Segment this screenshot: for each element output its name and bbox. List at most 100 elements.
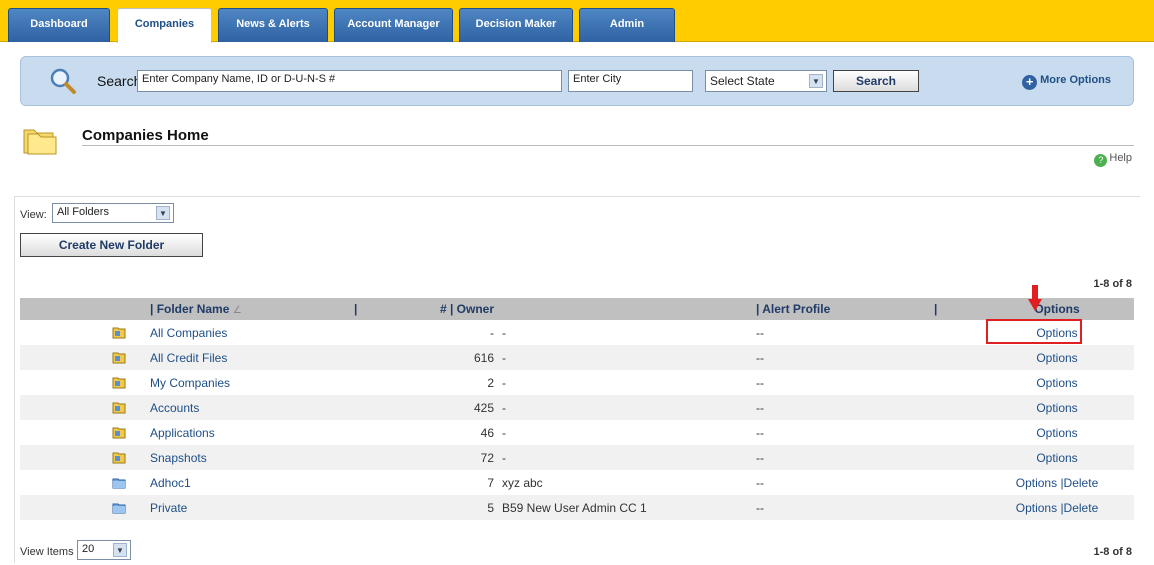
tab-news-alerts[interactable]: News & Alerts	[218, 8, 328, 42]
shared-folder-icon	[112, 452, 126, 464]
folders-icon	[23, 129, 57, 155]
options-link[interactable]: Options	[1016, 501, 1057, 515]
view-items-value: 20	[82, 543, 95, 555]
help-label: Help	[1109, 152, 1132, 164]
folder-owner: xyz abc	[502, 475, 543, 490]
page-title: Companies Home	[82, 127, 209, 144]
more-options-label: More Options	[1040, 74, 1111, 86]
sort-arrow-icon: ∠	[232, 305, 242, 316]
folder-count: 7	[487, 475, 494, 490]
blue-folder-icon	[112, 503, 126, 514]
folder-count: 46	[480, 425, 494, 440]
options-link[interactable]: Options	[1036, 451, 1077, 465]
search-button[interactable]: Search	[833, 70, 919, 92]
company-search-input[interactable]: Enter Company Name, ID or D-U-N-S #	[137, 70, 562, 92]
help-link[interactable]: ? Help	[1094, 152, 1132, 167]
folder-name-link[interactable]: All Companies	[150, 326, 227, 340]
folder-count: 425	[473, 400, 494, 415]
chevron-down-icon: ▼	[113, 543, 127, 557]
shared-folder-icon	[112, 427, 126, 439]
folder-name-link[interactable]: Accounts	[150, 401, 199, 415]
folder-owner: -	[502, 375, 506, 390]
folder-owner: -	[502, 350, 506, 365]
more-options-link[interactable]: + More Options	[1022, 74, 1111, 90]
options-link[interactable]: Options	[1036, 401, 1077, 415]
alert-profile: --	[756, 350, 764, 365]
top-nav-bar: Dashboard Companies News & Alerts Accoun…	[0, 0, 1154, 43]
delete-link[interactable]: |Delete	[1060, 501, 1098, 515]
shared-folder-icon	[112, 327, 126, 339]
view-items-label: View Items	[20, 546, 74, 558]
table-row[interactable]: Accounts 425 - -- Options	[20, 395, 1134, 420]
alert-profile: --	[756, 400, 764, 415]
table-row[interactable]: My Companies 2 - -- Options	[20, 370, 1134, 395]
blue-folder-icon	[112, 478, 126, 489]
header-separator: |	[930, 298, 980, 320]
create-new-folder-button[interactable]: Create New Folder	[20, 233, 203, 257]
folder-name-link[interactable]: All Credit Files	[150, 351, 227, 365]
options-link[interactable]: Options	[1036, 351, 1077, 365]
tab-decision-maker[interactable]: Decision Maker	[459, 8, 573, 42]
chevron-down-icon: ▼	[156, 206, 170, 220]
table-row[interactable]: All Companies - - -- Options	[20, 320, 1134, 345]
folder-name-link[interactable]: My Companies	[150, 376, 230, 390]
state-select[interactable]: Select State ▼	[705, 70, 827, 92]
chevron-down-icon: ▼	[809, 74, 823, 88]
city-input[interactable]: Enter City	[568, 70, 693, 92]
options-link[interactable]: Options	[1036, 426, 1077, 440]
folder-name-link[interactable]: Snapshots	[150, 451, 207, 465]
options-header: Options	[980, 298, 1134, 320]
folder-count: 5	[487, 500, 494, 515]
folder-owner: B59 New User Admin CC 1	[502, 500, 647, 515]
table-row[interactable]: Snapshots 72 - -- Options	[20, 445, 1134, 470]
tab-account-manager[interactable]: Account Manager	[334, 8, 453, 42]
alert-profile: --	[756, 450, 764, 465]
view-folder-select[interactable]: All Folders ▼	[52, 203, 174, 223]
folders-table: | Folder Name ∠ | # | Owner | Alert Prof…	[20, 298, 1134, 520]
table-row[interactable]: Applications 46 - -- Options	[20, 420, 1134, 445]
shared-folder-icon	[112, 377, 126, 389]
folder-name-header[interactable]: | Folder Name ∠	[146, 298, 350, 320]
alert-profile: --	[756, 425, 764, 440]
tab-admin[interactable]: Admin	[579, 8, 675, 42]
count-owner-header[interactable]: # | Owner	[398, 298, 498, 320]
folder-name-link[interactable]: Applications	[150, 426, 215, 440]
folder-owner: -	[502, 450, 506, 465]
folder-name-link[interactable]: Private	[150, 501, 187, 515]
state-select-value: Select State	[710, 74, 775, 88]
search-panel: Search Enter Company Name, ID or D-U-N-S…	[20, 56, 1134, 106]
options-link[interactable]: Options	[1036, 376, 1077, 390]
magnifier-icon	[50, 68, 76, 94]
folder-count: -	[490, 325, 494, 340]
owner-spacer-header	[498, 298, 752, 320]
view-label: View:	[20, 209, 47, 221]
view-folder-value: All Folders	[57, 206, 109, 218]
alert-profile: --	[756, 375, 764, 390]
icon-column-header	[20, 298, 146, 320]
folder-count: 616	[473, 350, 494, 365]
folder-count: 2	[487, 375, 494, 390]
shared-folder-icon	[112, 402, 126, 414]
shared-folder-icon	[112, 352, 126, 364]
table-header-row: | Folder Name ∠ | # | Owner | Alert Prof…	[20, 298, 1134, 320]
search-label: Search	[97, 73, 142, 89]
options-link[interactable]: Options	[1016, 476, 1057, 490]
plus-circle-icon: +	[1022, 75, 1038, 90]
title-divider	[82, 145, 1134, 146]
alert-profile: --	[756, 325, 764, 340]
table-row[interactable]: Private 5 B59 New User Admin CC 1 -- Opt…	[20, 495, 1134, 520]
tab-companies[interactable]: Companies	[117, 8, 212, 43]
alert-profile-header[interactable]: | Alert Profile	[752, 298, 930, 320]
view-items-select[interactable]: 20 ▼	[77, 540, 131, 560]
options-link[interactable]: Options	[1036, 326, 1077, 340]
folder-count: 72	[480, 450, 494, 465]
folder-owner: -	[502, 425, 506, 440]
header-separator: |	[350, 298, 398, 320]
folder-name-link[interactable]: Adhoc1	[150, 476, 191, 490]
table-row[interactable]: All Credit Files 616 - -- Options	[20, 345, 1134, 370]
table-row[interactable]: Adhoc1 7 xyz abc -- Options |Delete	[20, 470, 1134, 495]
tab-dashboard[interactable]: Dashboard	[8, 8, 110, 42]
pagination-count-bottom: 1-8 of 8	[1093, 546, 1132, 558]
delete-link[interactable]: |Delete	[1060, 476, 1098, 490]
help-icon: ?	[1094, 154, 1108, 167]
